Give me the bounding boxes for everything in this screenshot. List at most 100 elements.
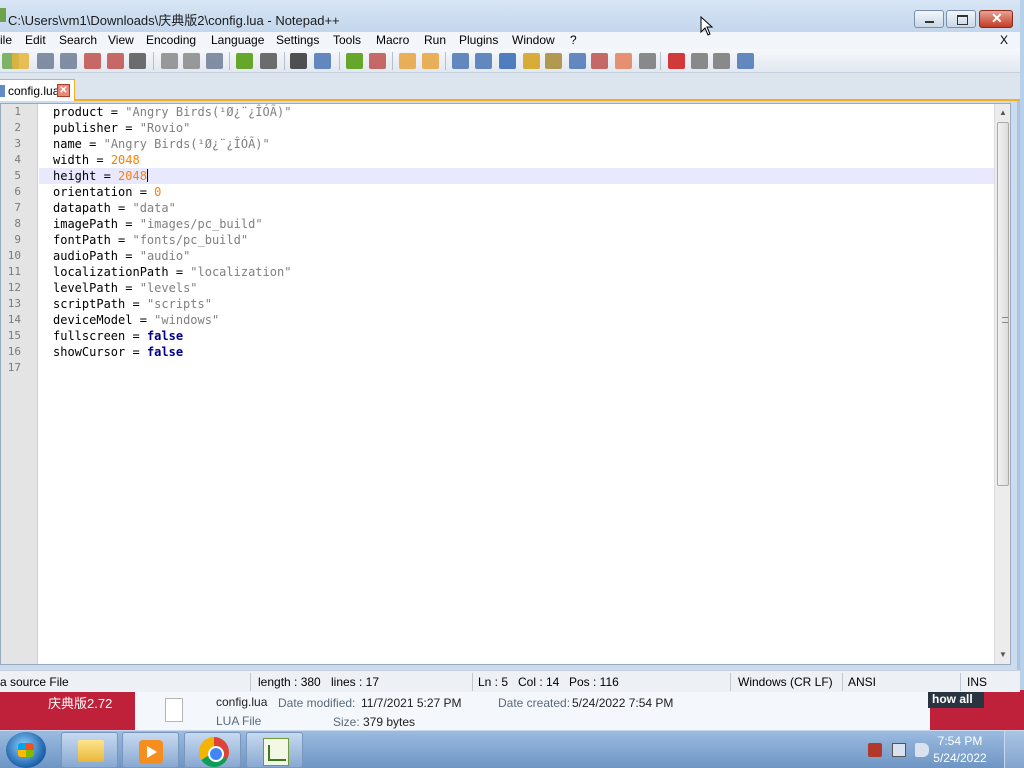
- play-macro-icon[interactable]: [691, 53, 708, 69]
- chrome-icon: [199, 737, 229, 767]
- menu-item[interactable]: Macro: [376, 33, 409, 47]
- show-desktop-button[interactable]: [1004, 731, 1024, 768]
- status-encoding[interactable]: ANSI: [848, 675, 876, 689]
- menu-item[interactable]: ?: [570, 33, 577, 47]
- code-value: "Angry Birds(¹Ø¿¨¿ÎÓÃ)": [103, 137, 270, 151]
- sync-vertical-icon[interactable]: [399, 53, 416, 69]
- close-all-icon[interactable]: [107, 53, 124, 69]
- monitoring-icon[interactable]: [615, 53, 632, 69]
- zoom-out-icon[interactable]: [369, 53, 386, 69]
- code-line[interactable]: levelPath = "levels": [53, 280, 198, 296]
- print-icon[interactable]: [129, 53, 146, 69]
- save-all-icon[interactable]: [60, 53, 77, 69]
- action-center-icon[interactable]: [868, 743, 882, 757]
- indent-guide-icon[interactable]: [499, 53, 516, 69]
- menu-item[interactable]: Window: [512, 33, 555, 47]
- show-all-chars-icon[interactable]: [475, 53, 492, 69]
- menu-item[interactable]: Run: [424, 33, 446, 47]
- code-value: 0: [154, 185, 162, 199]
- menu-item[interactable]: ile: [0, 33, 12, 47]
- save-icon[interactable]: [37, 53, 54, 69]
- code-operator: =: [96, 169, 119, 183]
- paste-icon[interactable]: [206, 53, 223, 69]
- tab-close-button[interactable]: ✕: [57, 84, 70, 97]
- taskbar-explorer[interactable]: [61, 732, 118, 768]
- zoom-in-icon[interactable]: [346, 53, 363, 69]
- cut-icon[interactable]: [161, 53, 178, 69]
- menu-close-doc-button[interactable]: X: [1000, 33, 1008, 47]
- sync-horizontal-icon[interactable]: [422, 53, 439, 69]
- start-button[interactable]: [6, 732, 46, 768]
- volume-icon[interactable]: [915, 743, 929, 757]
- record-macro-icon[interactable]: [639, 53, 656, 69]
- save-macro-icon[interactable]: [737, 53, 754, 69]
- redo-icon[interactable]: [260, 53, 277, 69]
- title-bar[interactable]: C:\Users\vm1\Downloads\庆典版2\config.lua -…: [0, 0, 1020, 32]
- status-eol[interactable]: Windows (CR LF): [738, 675, 833, 689]
- code-line[interactable]: height = 2048: [53, 168, 148, 184]
- user-language-icon[interactable]: [523, 53, 540, 69]
- open-file-icon[interactable]: [12, 53, 29, 69]
- menu-item[interactable]: Edit: [25, 33, 46, 47]
- code-line[interactable]: fontPath = "fonts/pc_build": [53, 232, 248, 248]
- taskbar-notepadpp[interactable]: [246, 732, 303, 768]
- details-created-label: Date created:: [498, 696, 571, 710]
- clock-time[interactable]: 7:54 PM: [930, 734, 990, 748]
- scroll-down-icon[interactable]: ▼: [999, 650, 1007, 659]
- find-icon[interactable]: [290, 53, 307, 69]
- code-value: "levels": [139, 281, 198, 295]
- code-line[interactable]: width = 2048: [53, 152, 140, 168]
- clock-date[interactable]: 5/24/2022: [930, 751, 990, 765]
- function-list-icon[interactable]: [569, 53, 586, 69]
- menu-item[interactable]: Settings: [276, 33, 319, 47]
- minimize-button[interactable]: [914, 10, 944, 28]
- code-operator: =: [168, 265, 191, 279]
- toolbar-separator: [445, 52, 446, 70]
- code-line[interactable]: publisher = "Rovio": [53, 120, 190, 136]
- line-number: 13: [7, 297, 21, 310]
- code-line[interactable]: showCursor = false: [53, 344, 183, 360]
- word-wrap-icon[interactable]: [452, 53, 469, 69]
- menu-item[interactable]: Plugins: [459, 33, 498, 47]
- close-icon[interactable]: [84, 53, 101, 69]
- folder-as-workspace-icon[interactable]: [591, 53, 608, 69]
- close-window-button[interactable]: ✕: [979, 10, 1013, 28]
- menu-item[interactable]: Tools: [333, 33, 361, 47]
- code-operator: =: [125, 297, 147, 311]
- code-line[interactable]: name = "Angry Birds(¹Ø¿¨¿ÎÓÃ)": [53, 136, 270, 152]
- code-line[interactable]: scriptPath = "scripts": [53, 296, 212, 312]
- copy-icon[interactable]: [183, 53, 200, 69]
- replace-icon[interactable]: [314, 53, 331, 69]
- code-key: name: [53, 137, 82, 151]
- undo-icon[interactable]: [236, 53, 253, 69]
- menu-item[interactable]: View: [108, 33, 134, 47]
- text-caret: [146, 169, 148, 182]
- taskbar-chrome[interactable]: [184, 732, 241, 768]
- code-line[interactable]: imagePath = "images/pc_build": [53, 216, 263, 232]
- code-key: datapath: [53, 201, 111, 215]
- vertical-scrollbar[interactable]: ▲ ▼: [994, 104, 1010, 664]
- scrollbar-thumb[interactable]: [997, 122, 1009, 486]
- network-icon[interactable]: [892, 743, 906, 757]
- menu-item[interactable]: Language: [211, 33, 264, 47]
- status-insert-mode[interactable]: INS: [967, 675, 987, 689]
- scroll-up-icon[interactable]: ▲: [999, 108, 1007, 117]
- stop-record-icon[interactable]: [668, 53, 685, 69]
- code-line[interactable]: datapath = "data": [53, 200, 176, 216]
- code-line[interactable]: orientation = 0: [53, 184, 161, 200]
- code-line[interactable]: fullscreen = false: [53, 328, 183, 344]
- taskbar-media-player[interactable]: [122, 732, 179, 768]
- menu-item[interactable]: Search: [59, 33, 97, 47]
- code-line[interactable]: audioPath = "audio": [53, 248, 190, 264]
- details-size-label: Size:: [333, 715, 360, 729]
- code-line[interactable]: deviceModel = "windows": [53, 312, 219, 328]
- code-line[interactable]: product = "Angry Birds(¹Ø¿¨¿ÎÓÃ)": [53, 104, 291, 120]
- tab-config-lua[interactable]: config.lua ✕: [0, 79, 75, 101]
- maximize-button[interactable]: [946, 10, 976, 28]
- run-macro-multiple-icon[interactable]: [713, 53, 730, 69]
- menu-item[interactable]: Encoding: [146, 33, 196, 47]
- show-all-button[interactable]: how all: [928, 690, 984, 708]
- editor-area[interactable]: 1 2 3 4 5 6 7 8 9 10 11 12 13 14 15 16 17 product = "Ang…: [0, 103, 1011, 665]
- doc-map-icon[interactable]: [545, 53, 562, 69]
- code-line[interactable]: localizationPath = "localization": [53, 264, 291, 280]
